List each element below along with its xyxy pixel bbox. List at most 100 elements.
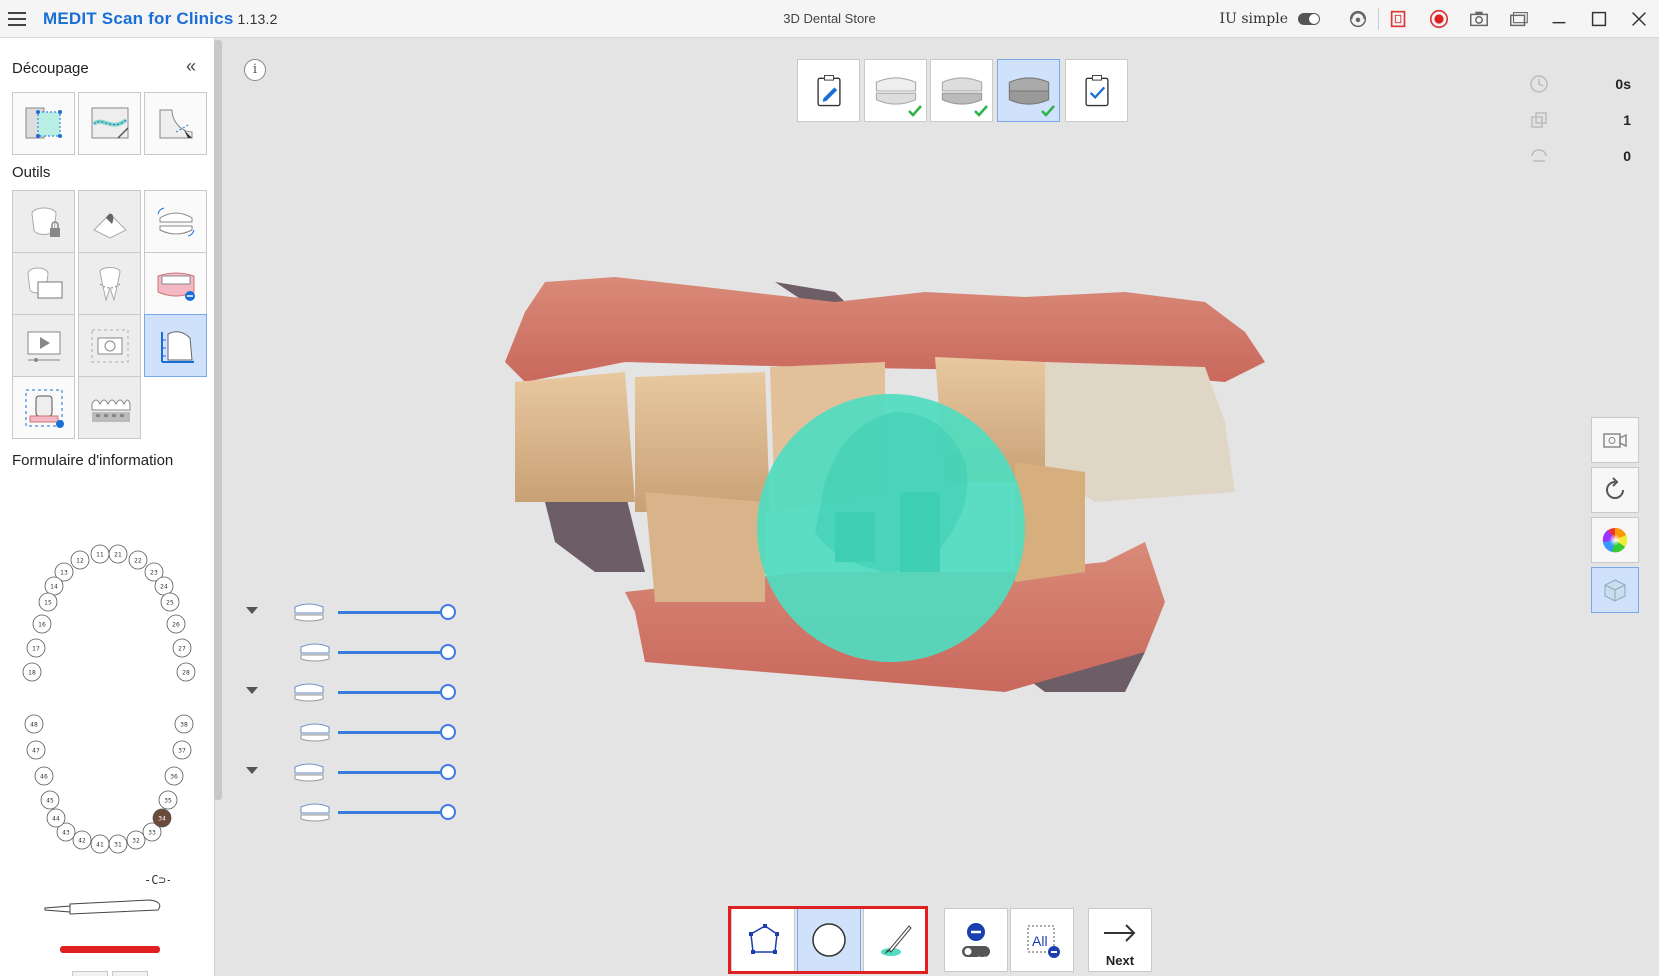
circle-select-icon[interactable] (797, 908, 861, 972)
opacity-slider-track[interactable] (338, 611, 448, 614)
deselect-toggle-button[interactable]: Off (944, 908, 1008, 972)
next-button[interactable]: Next (1088, 908, 1152, 972)
area-trim-icon[interactable] (12, 92, 75, 155)
tooth-24[interactable]: 24 (154, 576, 174, 596)
teeth-texture-icon[interactable] (78, 376, 141, 439)
smart-trim-icon[interactable] (144, 92, 207, 155)
svg-text:16: 16 (38, 622, 46, 629)
camera-snapshot-icon[interactable] (1459, 0, 1499, 38)
expand-caret-icon[interactable] (246, 767, 258, 774)
tooth-12[interactable]: 12 (70, 550, 90, 570)
opacity-slider-track[interactable] (338, 651, 448, 654)
settings-gear-icon[interactable] (112, 971, 148, 976)
info-icon[interactable]: i (244, 59, 266, 81)
ruler-measure-icon[interactable] (144, 314, 207, 377)
stage-maxilla-scan[interactable] (864, 59, 927, 122)
reset-view-icon[interactable] (1591, 467, 1639, 513)
scanner-handpiece-icon: -C⊃- (44, 873, 170, 915)
scanner-status-bar (60, 946, 160, 953)
camera-icon[interactable] (78, 314, 141, 377)
opacity-slider-knob[interactable] (440, 804, 456, 820)
minimize-icon[interactable] (1539, 0, 1579, 38)
tooth-44[interactable]: 44 (46, 808, 66, 828)
tooth-48[interactable]: 48 (24, 714, 44, 734)
check-icon (974, 105, 988, 117)
trim-curve-icon[interactable] (78, 92, 141, 155)
simple-ui-toggle[interactable] (1298, 13, 1320, 25)
tooth-16[interactable]: 16 (32, 614, 52, 634)
close-icon[interactable] (1619, 0, 1659, 38)
color-map-icon[interactable] (1591, 517, 1639, 563)
tooth-41[interactable]: 41 (90, 834, 110, 854)
abutment-icon[interactable] (12, 376, 75, 439)
tooth-27[interactable]: 27 (172, 638, 192, 658)
maximize-icon[interactable] (1579, 0, 1619, 38)
svg-text:21: 21 (114, 552, 122, 559)
gingiva-remove-icon[interactable] (144, 252, 207, 315)
remote-support-icon[interactable] (1338, 0, 1378, 38)
tooth-18[interactable]: 18 (22, 662, 42, 682)
tooth-36[interactable]: 36 (164, 766, 184, 786)
svg-text:34: 34 (158, 816, 166, 823)
opacity-slider-track[interactable] (338, 731, 448, 734)
opacity-slider-knob[interactable] (440, 764, 456, 780)
tooth-31[interactable]: 31 (108, 834, 128, 854)
expand-caret-icon[interactable] (246, 687, 258, 694)
tooth-42[interactable]: 42 (72, 830, 92, 850)
tooth-46[interactable]: 46 (34, 766, 54, 786)
tooth-28[interactable]: 28 (176, 662, 196, 682)
tooth-25[interactable]: 25 (160, 592, 180, 612)
tooth-38[interactable]: 38 (174, 714, 194, 734)
opacity-slider-knob[interactable] (440, 644, 456, 660)
margin-line-icon[interactable] (78, 252, 141, 315)
locked-tooth-icon[interactable] (12, 190, 75, 253)
selection-mode-group (731, 908, 929, 972)
opacity-slider-knob[interactable] (440, 604, 456, 620)
gallery-icon[interactable] (1499, 0, 1539, 38)
brush-select-icon[interactable] (863, 908, 927, 972)
tooth-32[interactable]: 32 (126, 830, 146, 850)
stage-order-form[interactable] (797, 59, 860, 122)
deselect-all-button[interactable]: All (1010, 908, 1074, 972)
tooth-26[interactable]: 26 (166, 614, 186, 634)
svg-text:43: 43 (62, 830, 70, 837)
tooth-35[interactable]: 35 (158, 790, 178, 810)
scanner-device-icon[interactable] (72, 971, 108, 976)
video-icon[interactable] (12, 314, 75, 377)
record-video-icon[interactable] (1591, 417, 1639, 463)
record-icon[interactable] (1419, 0, 1459, 38)
tooth-37[interactable]: 37 (172, 740, 192, 760)
hyperdent-icon[interactable] (78, 190, 141, 253)
opacity-slider-track[interactable] (338, 811, 448, 814)
opacity-slider-track[interactable] (338, 771, 448, 774)
tooth-11[interactable]: 11 (90, 544, 110, 564)
stage-review-checklist[interactable] (1065, 59, 1128, 122)
scan-3d-viewport[interactable] (505, 272, 1325, 742)
screen-capture-icon[interactable] (1379, 0, 1419, 38)
tooth-15[interactable]: 15 (38, 592, 58, 612)
tooth-47[interactable]: 47 (26, 740, 46, 760)
svg-text:42: 42 (78, 838, 86, 845)
expand-caret-icon[interactable] (246, 607, 258, 614)
opacity-slider-knob[interactable] (440, 724, 456, 740)
jaw-alignment-icon[interactable] (144, 190, 207, 253)
tooth-14[interactable]: 14 (44, 576, 64, 596)
tooth-45[interactable]: 45 (40, 790, 60, 810)
stage-mandible-scan[interactable] (930, 59, 993, 122)
tooth-21[interactable]: 21 (108, 544, 128, 564)
tooth-screen-icon[interactable] (12, 252, 75, 315)
svg-text:-C⊃-: -C⊃- (144, 873, 170, 887)
section-title-tools: Outils (12, 164, 51, 181)
tooth-34[interactable]: 34 (152, 808, 172, 828)
tooth-17[interactable]: 17 (26, 638, 46, 658)
view-cube-icon[interactable] (1591, 567, 1639, 613)
polygon-select-icon[interactable] (731, 908, 795, 972)
opacity-slider-knob[interactable] (440, 684, 456, 700)
tooth-22[interactable]: 22 (128, 550, 148, 570)
opacity-slider-track[interactable] (338, 691, 448, 694)
tooth-chart[interactable]: 11 12 1314 15 16 17 18 21 22 2324 25 26 27 28 41 42 4344… (12, 544, 202, 854)
stage-occlusion-scan[interactable] (997, 59, 1060, 122)
collapse-panel-icon[interactable]: « (186, 56, 196, 77)
left-panel-scrollbar[interactable] (214, 40, 222, 800)
svg-text:46: 46 (40, 774, 48, 781)
